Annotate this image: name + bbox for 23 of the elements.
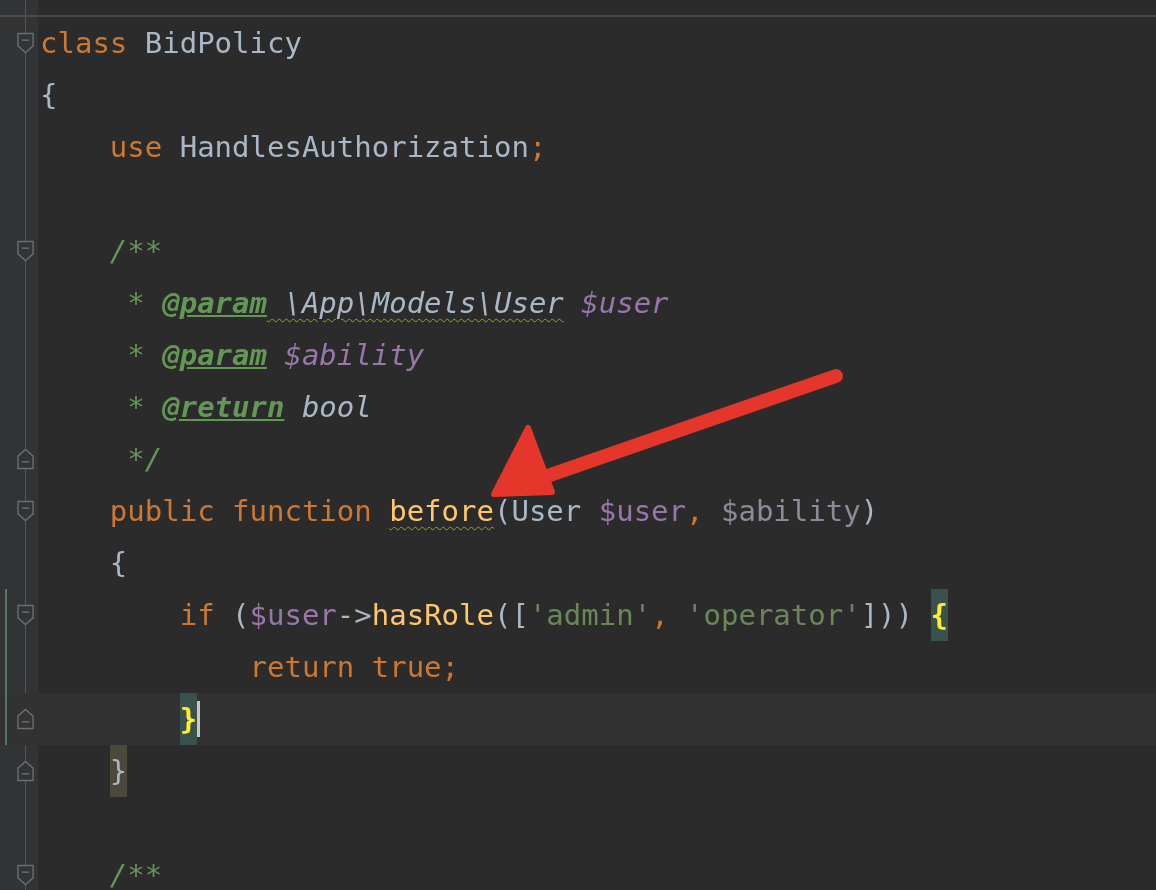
fold-icon[interactable] bbox=[17, 864, 34, 886]
unfold-icon[interactable] bbox=[17, 708, 34, 730]
fold-icon[interactable] bbox=[17, 32, 34, 54]
code-line: class BidPolicy bbox=[40, 25, 302, 62]
code-line: public function before(User $user, $ability) bbox=[108, 493, 879, 530]
unfold-icon[interactable] bbox=[17, 448, 34, 470]
code-line: /** bbox=[108, 857, 163, 890]
code-line: */ bbox=[126, 441, 163, 478]
code-line: * @param $ability bbox=[126, 337, 425, 374]
code-line: * @return bool bbox=[126, 389, 372, 426]
code-line: if ($user->hasRole(['admin', 'operator'])) { bbox=[40, 589, 948, 641]
code-line: use HandlesAuthorization; bbox=[108, 129, 547, 166]
code-line: return true; bbox=[248, 649, 460, 686]
fold-icon[interactable] bbox=[17, 240, 34, 262]
code-line: } bbox=[40, 693, 201, 745]
fold-icon[interactable] bbox=[17, 604, 34, 626]
code-line: * @param \App\Models\User $user bbox=[126, 285, 669, 322]
fold-icon[interactable] bbox=[17, 500, 34, 522]
code-line: { bbox=[108, 545, 128, 582]
code-line: } bbox=[40, 745, 128, 797]
code-line: /** bbox=[108, 233, 163, 270]
unfold-icon[interactable] bbox=[17, 760, 34, 782]
code-line: { bbox=[40, 77, 58, 114]
